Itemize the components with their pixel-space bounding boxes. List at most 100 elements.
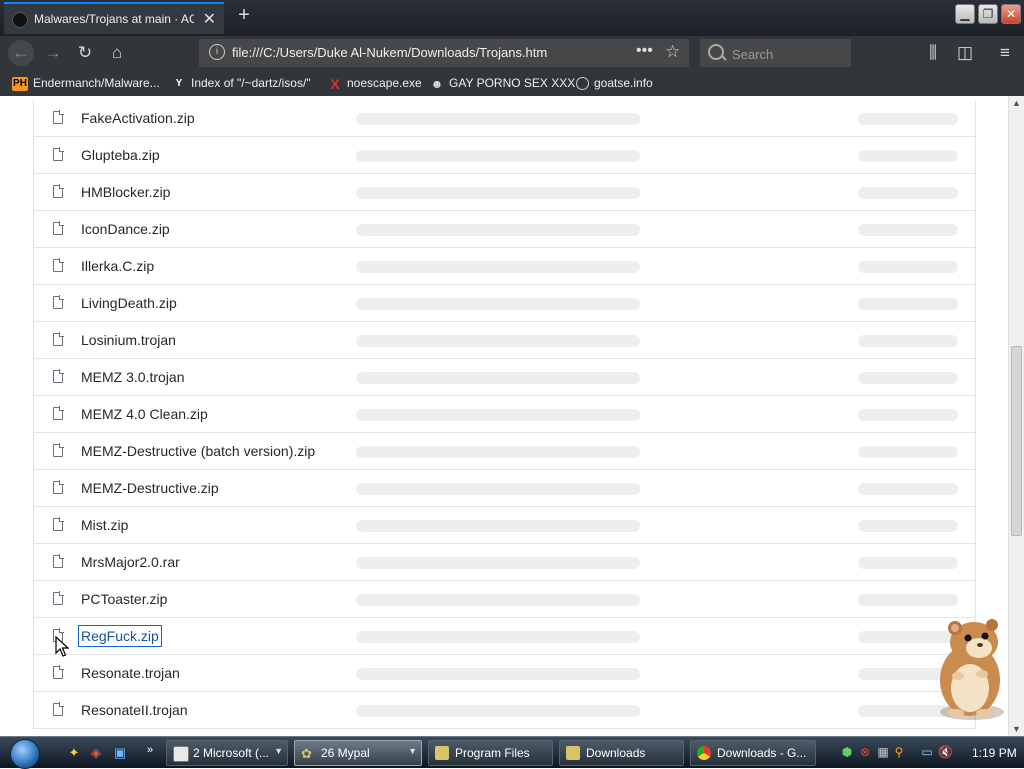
start-button[interactable]: [4, 737, 46, 769]
x-logo-icon: X: [330, 75, 340, 92]
tab-close-icon[interactable]: ✕: [203, 9, 216, 29]
file-row[interactable]: HMBlocker.zip: [34, 174, 975, 211]
navigation-toolbar: ← → ↻ ⌂ i file:///C:/Users/Duke Al-Nukem…: [0, 36, 1024, 70]
pornhub-logo-icon: PH: [12, 76, 28, 91]
file-icon: [53, 480, 64, 494]
file-row[interactable]: LivingDeath.zip: [34, 285, 975, 322]
commit-message-placeholder: [356, 150, 640, 162]
new-tab-button[interactable]: +: [232, 4, 256, 27]
file-name-link[interactable]: MEMZ-Destructive.zip: [81, 480, 219, 496]
file-row[interactable]: MEMZ 3.0.trojan: [34, 359, 975, 396]
forward-button[interactable]: →: [43, 43, 63, 63]
file-row[interactable]: IconDance.zip: [34, 211, 975, 248]
taskbar-button-chrome-downloads[interactable]: Downloads - G...: [690, 740, 816, 766]
file-row[interactable]: Mist.zip: [34, 507, 975, 544]
file-name-link[interactable]: IconDance.zip: [81, 221, 170, 237]
folder-icon: [566, 746, 580, 760]
taskbar-label: Downloads: [586, 746, 646, 760]
commit-message-placeholder: [356, 705, 640, 717]
security-tray-icon[interactable]: ⊗: [858, 745, 872, 759]
file-name-link[interactable]: FakeActivation.zip: [81, 110, 195, 126]
library-icon[interactable]: ⫼: [923, 43, 943, 63]
taskbar-button-downloads[interactable]: Downloads: [559, 740, 684, 766]
search-tray-icon[interactable]: ⚲: [892, 745, 906, 759]
file-name-link[interactable]: Glupteba.zip: [81, 147, 160, 163]
search-icon: [708, 44, 724, 60]
file-name-link[interactable]: LivingDeath.zip: [81, 295, 177, 311]
commit-date-placeholder: [858, 594, 958, 606]
commit-message-placeholder: [356, 224, 640, 236]
file-name-link[interactable]: Losinium.trojan: [81, 332, 176, 348]
file-name-link[interactable]: RegFuck.zip: [78, 625, 162, 647]
hamburger-menu-icon[interactable]: ≡: [995, 43, 1015, 63]
file-name-link[interactable]: HMBlocker.zip: [81, 184, 170, 200]
file-name-link[interactable]: MEMZ-Destructive (batch version).zip: [81, 443, 315, 459]
browser-tab[interactable]: Malwares/Trojans at main · AG ✕: [4, 2, 224, 34]
sidebar-toggle-icon[interactable]: ◫: [955, 43, 975, 63]
display-tray-icon[interactable]: ▭: [920, 745, 934, 759]
quicklaunch-app-icon[interactable]: ◈: [88, 745, 104, 761]
taskbar-button-microsoft[interactable]: 2 Microsoft (... ▼: [166, 740, 288, 766]
file-name-link[interactable]: ResonateII.trojan: [81, 702, 188, 718]
file-row[interactable]: RegFuck.zip: [34, 618, 975, 655]
file-name-link[interactable]: Mist.zip: [81, 517, 128, 533]
file-icon: [53, 406, 64, 420]
file-row[interactable]: MrsMajor2.0.rar: [34, 544, 975, 581]
bookmark-item[interactable]: goatse.info: [576, 74, 653, 92]
file-row[interactable]: FakeActivation.zip: [34, 100, 975, 137]
scroll-up-arrow-icon[interactable]: ▲: [1012, 98, 1021, 108]
file-name-link[interactable]: MrsMajor2.0.rar: [81, 554, 180, 570]
scrollbar-thumb[interactable]: [1011, 346, 1022, 536]
url-text[interactable]: file:///C:/Users/Duke Al-Nukem/Downloads…: [232, 45, 547, 60]
taskbar-label: 2 Microsoft (...: [193, 746, 270, 760]
page-content: FakeActivation.zip Glupteba.zip HMBlocker.…: [0, 96, 1008, 736]
show-desktop-icon[interactable]: ▣: [112, 745, 128, 761]
network-tray-icon[interactable]: ⬢: [840, 745, 854, 759]
commit-message-placeholder: [356, 668, 640, 680]
app-tray-icon[interactable]: ▦: [876, 745, 890, 759]
search-bar[interactable]: [700, 39, 851, 67]
file-row[interactable]: MEMZ 4.0 Clean.zip: [34, 396, 975, 433]
scroll-down-arrow-icon[interactable]: ▼: [1012, 724, 1021, 734]
bookmark-star-icon[interactable]: ☆: [665, 42, 680, 62]
file-name-link[interactable]: MEMZ 4.0 Clean.zip: [81, 406, 208, 422]
file-row[interactable]: MEMZ-Destructive.zip: [34, 470, 975, 507]
bookmark-item[interactable]: Y Index of "/~dartz/isos/": [172, 74, 311, 92]
vertical-scrollbar[interactable]: ▲ ▼: [1008, 96, 1024, 736]
quicklaunch-more-icon[interactable]: »: [142, 742, 158, 758]
taskbar-clock[interactable]: 1:19 PM: [972, 746, 1017, 760]
reload-button[interactable]: ↻: [75, 43, 95, 63]
globe-icon: [576, 77, 589, 91]
file-row[interactable]: ResonateII.trojan: [34, 692, 975, 729]
maximize-button[interactable]: ❐: [978, 4, 998, 24]
close-window-button[interactable]: ✕: [1001, 4, 1021, 24]
hamster-mascot[interactable]: [930, 612, 1010, 722]
bookmark-item[interactable]: Xnoescape.exe: [328, 74, 421, 92]
file-row[interactable]: Illerka.C.zip: [34, 248, 975, 285]
url-bar[interactable]: i file:///C:/Users/Duke Al-Nukem/Downloa…: [199, 39, 689, 67]
commit-message-placeholder: [356, 113, 640, 125]
file-name-link[interactable]: Illerka.C.zip: [81, 258, 154, 274]
minimize-button[interactable]: ▁: [955, 4, 975, 24]
file-name-link[interactable]: MEMZ 3.0.trojan: [81, 369, 184, 385]
taskbar-button-mypal[interactable]: ✿ 26 Mypal ▼: [294, 740, 422, 766]
file-row[interactable]: MEMZ-Destructive (batch version).zip: [34, 433, 975, 470]
search-input[interactable]: [730, 43, 844, 65]
commit-date-placeholder: [858, 113, 958, 125]
info-icon[interactable]: i: [209, 44, 225, 60]
file-row[interactable]: Glupteba.zip: [34, 137, 975, 174]
file-name-link[interactable]: PCToaster.zip: [81, 591, 167, 607]
volume-muted-icon[interactable]: 🔇: [938, 745, 953, 759]
bookmark-item[interactable]: ☻ GAY PORNO SEX XXX: [430, 74, 576, 92]
page-actions-icon[interactable]: •••: [636, 42, 653, 60]
bookmark-item[interactable]: PH Endermanch/Malware...: [12, 74, 160, 92]
file-name-link[interactable]: Resonate.trojan: [81, 665, 180, 681]
home-button[interactable]: ⌂: [107, 43, 127, 63]
file-row[interactable]: Losinium.trojan: [34, 322, 975, 359]
file-row[interactable]: PCToaster.zip: [34, 581, 975, 618]
file-row[interactable]: Resonate.trojan: [34, 655, 975, 692]
back-button[interactable]: ←: [8, 40, 34, 66]
taskbar-button-program-files[interactable]: Program Files: [428, 740, 553, 766]
quicklaunch-app-icon[interactable]: ✦: [66, 745, 82, 761]
commit-message-placeholder: [356, 335, 640, 347]
